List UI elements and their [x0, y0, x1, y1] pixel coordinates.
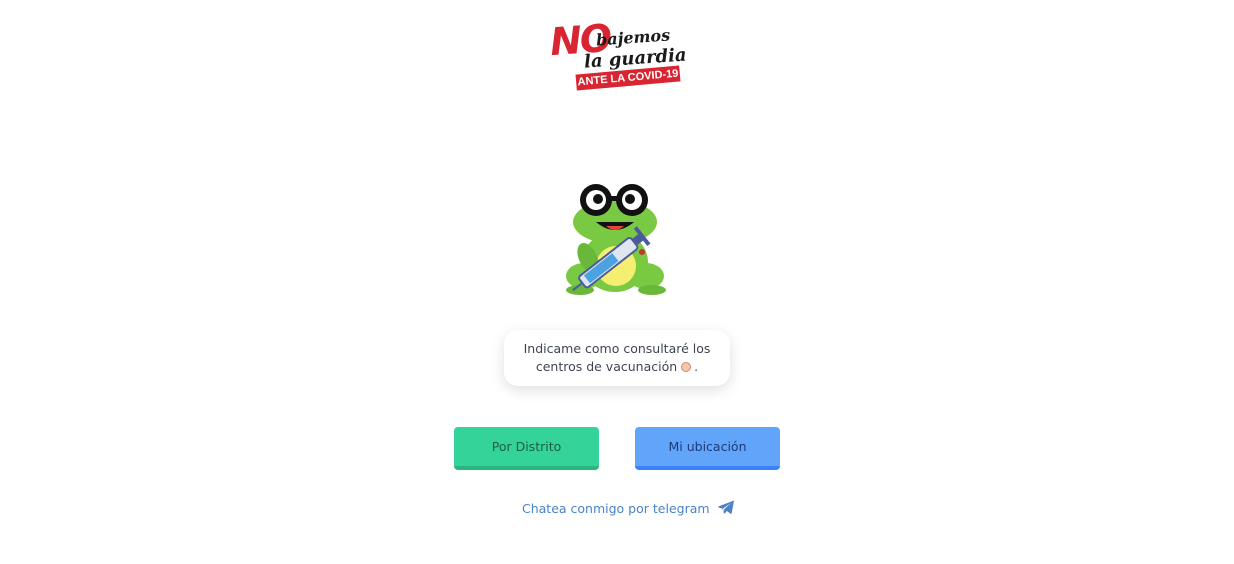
telegram-chat-link[interactable]: Chatea conmigo por telegram	[522, 500, 734, 517]
telegram-link-label: Chatea conmigo por telegram	[522, 501, 710, 516]
por-distrito-button[interactable]: Por Distrito	[454, 427, 599, 470]
campaign-logo: NO bajemos la guardia ANTE LA COVID-19	[548, 16, 688, 98]
emoji-icon	[681, 362, 692, 372]
frog-mascot-icon	[560, 176, 670, 300]
page: NO bajemos la guardia ANTE LA COVID-19 I…	[0, 0, 1234, 564]
mi-ubicacion-button[interactable]: Mi ubicación	[635, 427, 780, 470]
telegram-plane-icon	[717, 500, 734, 517]
chat-message-bubble: Indicame como consultaré los centros de …	[504, 330, 730, 386]
message-line-1: Indicame como consultaré los	[523, 341, 711, 356]
message-line-2: centros de vacunación	[535, 359, 678, 374]
message-suffix: .	[694, 359, 699, 374]
